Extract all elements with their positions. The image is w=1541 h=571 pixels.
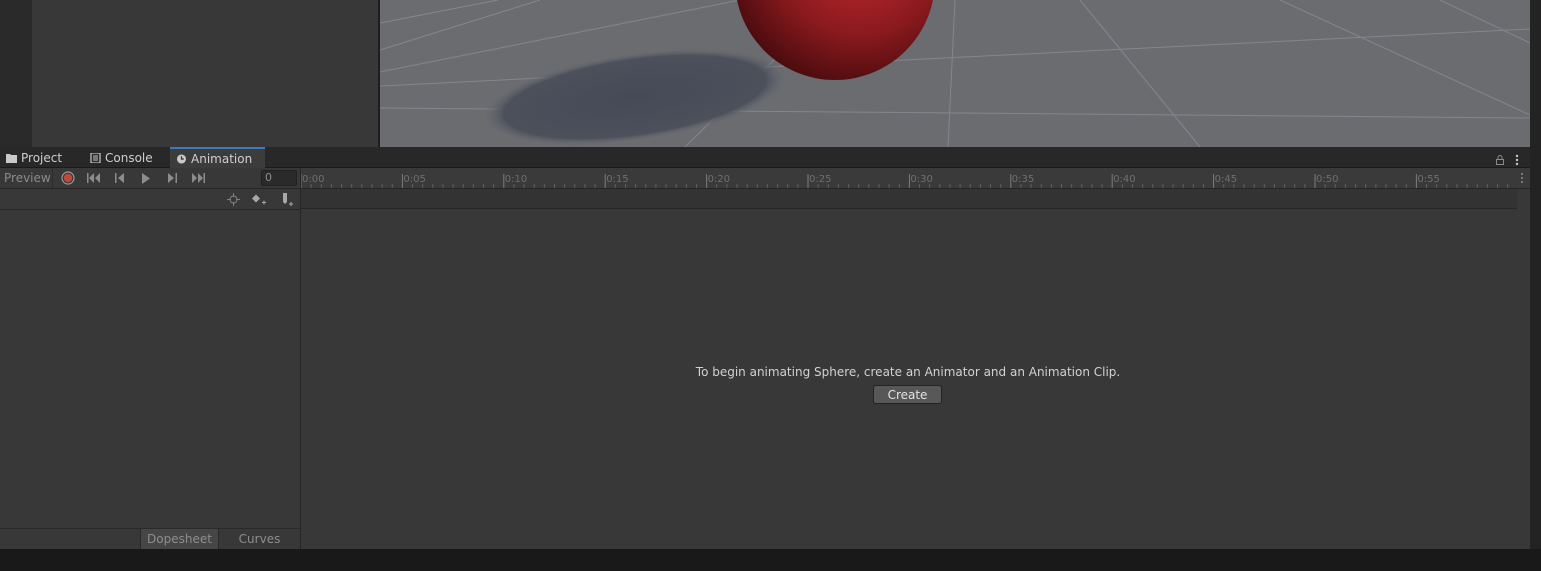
property-list (0, 210, 300, 528)
console-icon (90, 152, 101, 163)
add-keyframe-icon (252, 194, 266, 205)
timeline-label: 0:55 (1417, 174, 1439, 185)
window-right-edge (1530, 147, 1541, 549)
timeline-label: 0:25 (809, 174, 831, 185)
status-bar (0, 549, 1541, 571)
scene-view[interactable] (380, 0, 1530, 147)
panel-divider[interactable] (300, 168, 301, 549)
step-back-icon (115, 173, 124, 183)
filter-by-selection-button[interactable] (222, 190, 244, 209)
tab-label: Project (21, 150, 63, 165)
skip-back-icon (87, 173, 100, 183)
left-toolbar-strip (0, 0, 32, 147)
skip-forward-icon (192, 173, 205, 183)
timeline-label: 0:30 (910, 174, 932, 185)
create-button[interactable]: Create (873, 385, 942, 404)
folder-icon (6, 153, 17, 163)
view-mode-bar: Dopesheet Curves (0, 528, 300, 549)
record-button[interactable] (56, 168, 80, 188)
tab-console[interactable]: Console (84, 147, 166, 168)
ruler-menu-icon[interactable] (1518, 171, 1526, 185)
record-icon (61, 171, 75, 185)
scene-grid (380, 0, 1530, 147)
timeline-label: 0:40 (1113, 174, 1135, 185)
play-icon (142, 172, 150, 184)
preview-toggle[interactable]: Preview (0, 168, 53, 188)
step-forward-icon (168, 173, 177, 183)
empty-state-message: To begin animating Sphere, create an Ani… (695, 365, 1121, 379)
timeline-label: 0:00 (302, 174, 324, 185)
last-keyframe-button[interactable] (186, 168, 210, 188)
first-keyframe-button[interactable] (82, 168, 106, 188)
tab-animation[interactable]: Animation (170, 147, 265, 168)
timeline-label: 0:20 (708, 174, 730, 185)
add-event-icon (283, 192, 293, 206)
events-track[interactable] (301, 189, 1517, 209)
timeline-label: 0:05 (403, 174, 425, 185)
next-keyframe-button[interactable] (160, 168, 184, 188)
timeline-label: 0:35 (1012, 174, 1034, 185)
add-event-button[interactable] (276, 190, 298, 209)
timeline-label: 0:50 (1316, 174, 1338, 185)
prev-keyframe-button[interactable] (108, 168, 132, 188)
timeline-label: 0:15 (606, 174, 628, 185)
clock-icon (176, 153, 187, 164)
lock-icon[interactable] (1494, 151, 1506, 165)
timeline-ruler[interactable]: 0:00 0:05 0:10 0:15 0:20 0:25 0:30 0:35 0:40 0:45… (300, 168, 1530, 189)
timeline-label: 0:10 (505, 174, 527, 185)
dopesheet-mode-button[interactable]: Dopesheet (140, 529, 219, 549)
timeline-label: 0:45 (1215, 174, 1237, 185)
hierarchy-panel (32, 0, 378, 147)
more-options-icon[interactable] (1511, 151, 1523, 166)
curves-mode-button[interactable]: Curves (219, 529, 300, 549)
tab-bar: Project Console Animation (0, 147, 1530, 168)
dopesheet-area[interactable] (301, 210, 1530, 549)
tab-project[interactable]: Project (0, 147, 80, 168)
add-keyframe-button[interactable] (248, 190, 270, 209)
play-button[interactable] (134, 168, 158, 188)
crosshair-icon (226, 193, 240, 206)
ruler-ticks: 0:00 0:05 0:10 0:15 0:20 0:25 0:30 0:35 0:40 0:45… (300, 174, 1509, 188)
animation-toolbar: Preview 0 (0, 168, 300, 189)
tab-label: Animation (191, 151, 253, 166)
frame-input[interactable]: 0 (261, 170, 297, 186)
scene-right-border (1530, 0, 1541, 147)
tab-label: Console (105, 150, 153, 165)
